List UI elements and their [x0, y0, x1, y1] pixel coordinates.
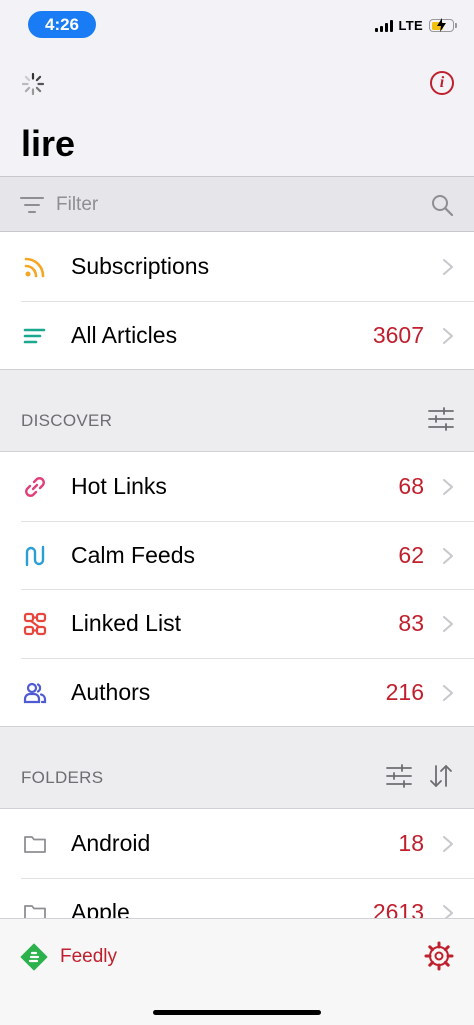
- list-item-label: Authors: [71, 678, 151, 705]
- link-icon: [25, 477, 45, 497]
- list-item-folder-apple[interactable]: Apple 2613: [0, 877, 474, 919]
- section-header-folders: FOLDERS: [0, 726, 474, 809]
- unread-count: 18: [398, 830, 424, 856]
- chevron-right-icon: [443, 684, 453, 701]
- list-item-calm-feeds[interactable]: Calm Feeds 62: [0, 520, 474, 590]
- status-time[interactable]: 4:26: [28, 11, 96, 38]
- list-item-label: Calm Feeds: [71, 541, 195, 568]
- home-indicator[interactable]: [153, 1010, 321, 1015]
- list-icon: [23, 328, 46, 343]
- chevron-right-icon: [443, 616, 453, 632]
- loading-spinner-icon: [21, 72, 45, 96]
- sliders-icon[interactable]: [386, 764, 412, 788]
- list-item-label: Hot Links: [71, 473, 167, 499]
- authors-icon: [23, 682, 47, 703]
- filter-icon: [20, 197, 44, 213]
- linked-list-icon: [23, 612, 47, 636]
- signal-icon: [374, 19, 393, 32]
- list-item-linked-list[interactable]: Linked List 83: [0, 589, 474, 658]
- chevron-right-icon: [443, 327, 453, 344]
- calm-feeds-icon: [25, 545, 45, 566]
- chevron-right-icon: [443, 259, 453, 275]
- sliders-icon[interactable]: [428, 407, 454, 431]
- chevron-right-icon: [443, 547, 453, 564]
- filter-bar[interactable]: Filter: [0, 176, 474, 232]
- list-item-label: Linked List: [71, 610, 181, 636]
- section-title: DISCOVER: [21, 411, 113, 430]
- main-list: Subscriptions All Articles 3607: [0, 232, 474, 369]
- search-icon[interactable]: [430, 193, 454, 217]
- status-bar: 4:26 LTE: [0, 0, 474, 50]
- section-title: FOLDERS: [21, 768, 104, 787]
- list-item-hot-links[interactable]: Hot Links 68: [0, 452, 474, 521]
- gear-icon[interactable]: [424, 941, 454, 971]
- folder-icon: [24, 836, 46, 853]
- folders-list: Android 18 Apple 2613: [0, 809, 474, 918]
- list-item-label: Android: [71, 830, 151, 856]
- chevron-right-icon: [443, 836, 453, 852]
- list-item-folder-android[interactable]: Android 18: [0, 809, 474, 878]
- feedly-logo-icon[interactable]: [20, 943, 48, 971]
- unread-count: 68: [398, 473, 424, 499]
- rss-icon: [24, 257, 45, 278]
- page-title: lire: [21, 123, 76, 164]
- unread-count: 83: [398, 610, 424, 636]
- unread-count: 3607: [372, 321, 424, 348]
- bottom-toolbar: Feedly: [0, 918, 474, 1025]
- status-indicators: LTE: [374, 18, 457, 33]
- list-item-authors[interactable]: Authors 216: [0, 657, 474, 727]
- list-item-all-articles[interactable]: All Articles 3607: [0, 300, 474, 370]
- network-type: LTE: [398, 18, 423, 33]
- list-item-subscriptions[interactable]: Subscriptions: [0, 232, 474, 301]
- list-item-label: All Articles: [71, 321, 178, 348]
- list-item-label: Subscriptions: [71, 253, 210, 279]
- battery-icon: [429, 18, 457, 32]
- list-item-label: Apple: [71, 898, 130, 919]
- folder-icon: [24, 904, 46, 918]
- chevron-right-icon: [443, 479, 453, 495]
- section-header-discover: DISCOVER: [0, 369, 474, 452]
- unread-count: 216: [385, 678, 424, 705]
- sort-icon[interactable]: [428, 764, 454, 788]
- info-button[interactable]: i: [430, 71, 454, 95]
- unread-count: 2613: [372, 898, 424, 919]
- discover-list: Hot Links 68 Calm Feeds 62 Linked List 8…: [0, 452, 474, 726]
- filter-input[interactable]: Filter: [56, 194, 98, 216]
- chevron-right-icon: [443, 904, 453, 918]
- unread-count: 62: [398, 541, 424, 568]
- feedly-button[interactable]: Feedly: [60, 945, 117, 969]
